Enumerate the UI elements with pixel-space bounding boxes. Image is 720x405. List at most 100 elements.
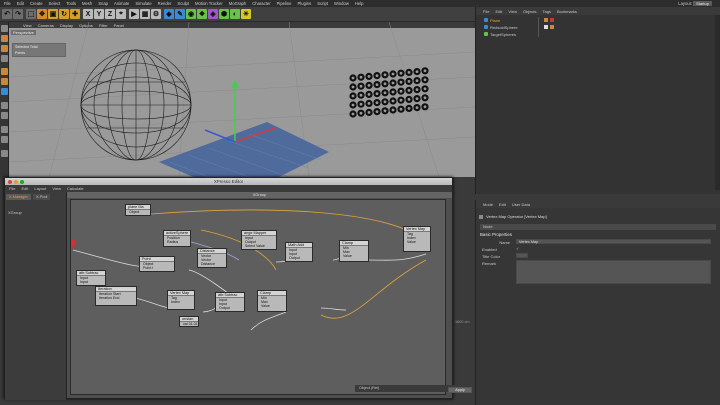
maximize-icon[interactable] bbox=[20, 179, 24, 184]
grid-icon[interactable] bbox=[1, 150, 8, 157]
points-mode-icon[interactable] bbox=[1, 68, 8, 75]
wireframe-sphere[interactable] bbox=[80, 49, 192, 161]
light-icon[interactable]: ☀ bbox=[241, 9, 251, 19]
node-port[interactable]: Iteration End bbox=[96, 296, 136, 300]
node-port[interactable]: Output bbox=[286, 256, 312, 260]
xgroup-tree-item[interactable]: XGroup bbox=[8, 210, 22, 215]
axis-mode-icon[interactable] bbox=[1, 102, 8, 109]
model-mode-icon[interactable] bbox=[1, 35, 8, 42]
node-port[interactable]: Radius bbox=[164, 240, 190, 244]
am-menu-mode[interactable]: Mode bbox=[483, 202, 493, 207]
am-menu-user-data[interactable]: User Data bbox=[512, 202, 530, 207]
polygons-mode-icon[interactable] bbox=[1, 88, 8, 95]
tweak-mode-icon[interactable] bbox=[1, 112, 8, 119]
xpresso-tag-icon[interactable] bbox=[550, 18, 554, 22]
target-spheres[interactable] bbox=[349, 67, 429, 118]
node-constant[interactable]: onstan val 01.01 bbox=[179, 316, 199, 327]
node-vertex-map-2[interactable]: Vertex Map Tag Index bbox=[167, 290, 195, 310]
recent-tools-icon[interactable]: ✚ bbox=[70, 9, 80, 19]
node-port[interactable]: Input bbox=[77, 280, 105, 284]
tab-x-pool[interactable]: X-Pool bbox=[33, 194, 51, 200]
node-clamp-2[interactable]: Clamp Min Max Value bbox=[257, 290, 287, 312]
node-port[interactable]: Index bbox=[168, 300, 194, 304]
node-math-add[interactable]: Math:Add Input Input Output bbox=[285, 242, 313, 262]
name-field[interactable]: Vertex Map bbox=[516, 239, 711, 244]
menu-script[interactable]: Script bbox=[317, 1, 328, 6]
axis-z-button[interactable]: Z bbox=[105, 9, 115, 19]
node-port[interactable]: Value bbox=[340, 254, 368, 258]
menu-window[interactable]: Window bbox=[334, 1, 349, 6]
menu-motion-tracker[interactable]: Motion Tracker bbox=[195, 1, 223, 6]
menu-snap[interactable]: Snap bbox=[98, 1, 108, 6]
array-icon[interactable]: ❖ bbox=[197, 9, 207, 19]
node-plane-object[interactable]: plane Ma Object bbox=[125, 204, 151, 216]
apply-button[interactable]: Apply bbox=[448, 387, 472, 393]
edges-mode-icon[interactable] bbox=[1, 78, 8, 85]
rotate-icon[interactable]: ↻ bbox=[59, 9, 69, 19]
xpresso-node-canvas[interactable]: plane Ma Object activeSphere Position Ra… bbox=[70, 199, 446, 395]
render-settings-icon[interactable]: ⚙ bbox=[151, 9, 161, 19]
menu-help[interactable]: Help bbox=[355, 1, 364, 6]
material-tag-icon[interactable] bbox=[544, 25, 548, 29]
menu-tools[interactable]: Tools bbox=[66, 1, 76, 6]
node-port[interactable]: Object bbox=[126, 210, 150, 214]
minimize-icon[interactable] bbox=[14, 179, 18, 184]
tab-x-manager[interactable]: X-Manager bbox=[6, 194, 31, 200]
om-menu-tags[interactable]: Tags bbox=[543, 9, 551, 14]
node-distance[interactable]: Distance Vector Vector Distance bbox=[197, 248, 227, 268]
workplane-icon[interactable] bbox=[1, 55, 8, 62]
cube-icon[interactable]: ◆ bbox=[164, 9, 174, 19]
node-range-mapper-1[interactable]: ange Mapper Input Output Select Value bbox=[241, 230, 277, 250]
menu-mograph[interactable]: MoGraph bbox=[229, 1, 246, 6]
node-port[interactable]: Point I bbox=[140, 266, 174, 270]
node-point[interactable]: Point Object Point I bbox=[139, 256, 175, 272]
phong-tag-icon[interactable] bbox=[550, 25, 554, 29]
menu-render[interactable]: Render bbox=[158, 1, 172, 6]
xp-menu-file[interactable]: File bbox=[9, 186, 15, 191]
node-port[interactable]: Distance bbox=[198, 262, 226, 266]
xp-menu-edit[interactable]: Edit bbox=[21, 186, 28, 191]
om-menu-file[interactable]: File bbox=[483, 9, 489, 14]
menu-create[interactable]: Create bbox=[30, 1, 43, 6]
move-icon[interactable]: ✥ bbox=[37, 9, 47, 19]
menu-simulate[interactable]: Simulate bbox=[135, 1, 151, 6]
node-clamp-1[interactable]: Clamp Min Max Value bbox=[339, 240, 369, 262]
menu-plugins[interactable]: Plugins bbox=[298, 1, 312, 6]
scale-icon[interactable]: ▣ bbox=[48, 9, 58, 19]
node-math-subtract-2[interactable]: ath:Subtrac Input Input Output bbox=[215, 292, 245, 312]
live-select-icon[interactable]: ⬚ bbox=[26, 9, 36, 19]
vertex-map-tag-icon[interactable] bbox=[544, 18, 548, 22]
subdivision-icon[interactable]: ◉ bbox=[186, 9, 196, 19]
menu-animate[interactable]: Animate bbox=[114, 1, 129, 6]
axis-x-button[interactable]: X bbox=[83, 9, 93, 19]
node-active-sphere[interactable]: activeSphere Position Radius bbox=[163, 230, 191, 247]
object-row-target-spheres[interactable]: TargetSpheres bbox=[484, 31, 564, 37]
axis-y-button[interactable]: Y bbox=[94, 9, 104, 19]
menu-edit[interactable]: Edit bbox=[17, 1, 24, 6]
render-view-icon[interactable]: ▶ bbox=[129, 9, 139, 19]
om-menu-view[interactable]: View bbox=[508, 9, 517, 14]
am-menu-edit[interactable]: Edit bbox=[499, 202, 506, 207]
node-port[interactable]: Output bbox=[216, 306, 244, 310]
make-editable-icon[interactable] bbox=[1, 25, 8, 32]
remark-field[interactable] bbox=[516, 260, 711, 284]
redo-icon[interactable]: ↷ bbox=[13, 9, 23, 19]
camera-icon[interactable]: ◐ bbox=[230, 9, 240, 19]
enabled-checkbox[interactable]: ✓ bbox=[516, 246, 519, 251]
y-axis-arrow-icon[interactable] bbox=[231, 80, 239, 88]
title-color-swatch[interactable] bbox=[516, 253, 528, 258]
menu-pipeline[interactable]: Pipeline bbox=[277, 1, 292, 6]
pen-icon[interactable]: ✎ bbox=[175, 9, 185, 19]
xp-menu-calculate[interactable]: Calculate bbox=[67, 186, 84, 191]
tab-node[interactable]: Node bbox=[480, 224, 716, 230]
node-vertex-map-1[interactable]: Vertex Map Tag Index Value bbox=[403, 226, 431, 252]
node-math-subtract-1[interactable]: ath:Subtrac Input Input bbox=[76, 270, 106, 286]
menu-mesh[interactable]: Mesh bbox=[82, 1, 92, 6]
undo-icon[interactable]: ↶ bbox=[2, 9, 12, 19]
menu-select[interactable]: Select bbox=[49, 1, 61, 6]
render-picture-icon[interactable]: ▦ bbox=[140, 9, 150, 19]
node-iteration[interactable]: Iteration Iteration Start Iteration End bbox=[95, 286, 137, 306]
xp-menu-view[interactable]: View bbox=[52, 186, 61, 191]
xpresso-titlebar[interactable]: XPresso Editor bbox=[5, 178, 452, 185]
lock-icon[interactable] bbox=[1, 136, 8, 143]
